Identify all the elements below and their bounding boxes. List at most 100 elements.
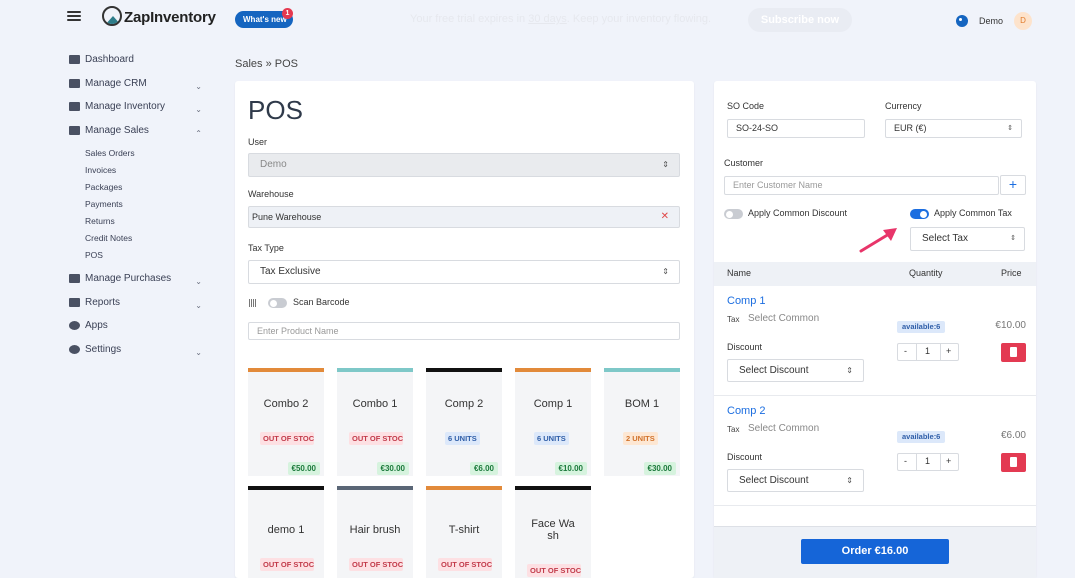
line-item-name[interactable]: Comp 2: [727, 405, 766, 417]
discount-select[interactable]: Select Discount ⇕: [727, 469, 864, 492]
sidebar-item-apps[interactable]: Apps: [66, 318, 208, 342]
product-name: Comp 1: [533, 398, 573, 410]
sidebar-item-label: Manage Sales: [85, 124, 149, 136]
stock-badge: OUT OF STOCK: [260, 558, 314, 571]
line-item-name[interactable]: Comp 1: [727, 295, 766, 307]
updown-icon: ⇕: [1007, 125, 1013, 132]
whats-new-button[interactable]: What's new 1: [235, 8, 293, 28]
sidebar-sub-returns[interactable]: Returns: [66, 214, 208, 231]
product-card[interactable]: Comp 1 6 UNITS €10.00: [515, 368, 591, 476]
sidebar-item-inventory[interactable]: Manage Inventory ⌄: [66, 99, 208, 123]
add-customer-button[interactable]: +: [1000, 175, 1026, 195]
scan-barcode-label: Scan Barcode: [293, 297, 350, 307]
sidebar-sub-invoices[interactable]: Invoices: [66, 163, 208, 180]
quantity-value[interactable]: 1: [925, 456, 930, 466]
product-card[interactable]: BOM 1 2 UNITS €30.00: [604, 368, 680, 476]
chevron-down-icon: ⌄: [195, 347, 202, 357]
sidebar-sub-sales-orders[interactable]: Sales Orders: [66, 146, 208, 163]
chevron-up-icon: ⌃: [195, 128, 202, 138]
common-discount-toggle[interactable]: [724, 209, 743, 219]
items-table-header: Name Quantity Price: [714, 262, 1036, 286]
sidebar-item-crm[interactable]: Manage CRM ⌄: [66, 76, 208, 100]
sidebar-item-label: Apps: [85, 320, 108, 331]
tax-select[interactable]: Select Common: [748, 313, 819, 324]
product-card[interactable]: Hair brush OUT OF STOCK: [337, 486, 413, 578]
delete-line-button[interactable]: [1001, 453, 1026, 472]
customer-input[interactable]: Enter Customer Name: [724, 176, 999, 195]
discount-label: Discount: [727, 342, 763, 352]
quantity-value[interactable]: 1: [925, 346, 930, 356]
so-code-input[interactable]: SO-24-SO: [727, 119, 865, 138]
customer-label: Customer: [724, 158, 764, 168]
product-card[interactable]: Combo 2 OUT OF STOCK €50.00: [248, 368, 324, 476]
common-tax-label: Apply Common Tax: [934, 208, 1012, 218]
common-tax-toggle[interactable]: [910, 209, 929, 219]
palette-icon[interactable]: [956, 15, 968, 27]
stock-badge: 6 UNITS: [534, 432, 569, 445]
product-name: Face Wash: [531, 518, 575, 542]
discount-value: Select Discount: [739, 475, 809, 486]
chevron-down-icon: ⌄: [195, 277, 202, 286]
product-card[interactable]: Combo 1 OUT OF STOCK €30.00: [337, 368, 413, 476]
stock-badge: OUT OF STOCK: [527, 564, 581, 577]
sidebar-item-reports[interactable]: Reports ⌄: [66, 295, 208, 319]
sidebar-sub-pos[interactable]: POS: [66, 248, 208, 265]
breadcrumb-parent[interactable]: Sales: [235, 58, 263, 70]
notification-badge: 1: [282, 8, 293, 19]
stock-badge: OUT OF STOCK: [349, 432, 403, 445]
sidebar-sub-payments[interactable]: Payments: [66, 197, 208, 214]
line-price: €6.00: [1000, 430, 1026, 441]
tax-type-select[interactable]: Tax Exclusive ⇕: [248, 260, 680, 284]
sidebar-item-purchases[interactable]: Manage Purchases ⌄: [66, 271, 208, 295]
promo-link[interactable]: 30 days: [528, 13, 567, 25]
updown-icon: ⇕: [662, 267, 669, 276]
warehouse-select[interactable]: Pune Warehouse ✕: [248, 206, 680, 228]
product-card[interactable]: demo 1 OUT OF STOCK: [248, 486, 324, 578]
user-select: Demo ⇕: [248, 153, 680, 177]
subscribe-button[interactable]: Subscribe now: [748, 8, 852, 32]
decrement-button[interactable]: -: [904, 456, 907, 466]
stock-badge: OUT OF STOCK: [349, 558, 403, 571]
order-button[interactable]: Order €16.00: [801, 539, 949, 564]
sidebar-item-sales[interactable]: Manage Sales ⌃: [66, 123, 208, 147]
quantity-stepper[interactable]: - 1 +: [897, 453, 959, 471]
select-tax-dropdown[interactable]: Select Tax ⇕: [910, 227, 1025, 251]
product-card[interactable]: Comp 2 6 UNITS €6.00: [426, 368, 502, 476]
avatar[interactable]: D: [1014, 12, 1032, 30]
sidebar-sub-credit-notes[interactable]: Credit Notes: [66, 231, 208, 248]
product-card[interactable]: T-shirt OUT OF STOCK: [426, 486, 502, 578]
col-price: Price: [1001, 268, 1022, 278]
price-badge: €10.00: [554, 462, 587, 475]
stock-badge: 6 UNITS: [445, 432, 480, 445]
increment-button[interactable]: +: [946, 456, 951, 466]
purchases-icon: [69, 274, 80, 283]
product-card[interactable]: Face Wash OUT OF STOCK: [515, 486, 591, 578]
tax-label: Tax: [727, 425, 740, 434]
sidebar-item-dashboard[interactable]: Dashboard: [66, 52, 208, 76]
menu-icon[interactable]: [67, 11, 81, 21]
sidebar-item-label: Manage Inventory: [85, 101, 166, 112]
increment-button[interactable]: +: [946, 346, 951, 356]
quantity-stepper[interactable]: - 1 +: [897, 343, 959, 361]
clear-icon[interactable]: ✕: [661, 207, 669, 227]
discount-select[interactable]: Select Discount ⇕: [727, 359, 864, 382]
sidebar-item-label: Reports: [85, 296, 121, 308]
page-title: POS: [248, 95, 303, 125]
apps-icon: [69, 321, 80, 330]
tax-select[interactable]: Select Common: [748, 423, 819, 434]
tax-label: Tax: [727, 315, 740, 324]
common-discount-label: Apply Common Discount: [748, 208, 848, 218]
sidebar-item-label: Dashboard: [85, 54, 134, 65]
sidebar-sub-packages[interactable]: Packages: [66, 180, 208, 197]
product-search-input[interactable]: Enter Product Name: [248, 322, 680, 340]
so-code-label: SO Code: [727, 101, 765, 111]
scan-barcode-toggle[interactable]: [268, 298, 287, 308]
promo-text: Your free trial expires in: [410, 13, 526, 25]
decrement-button[interactable]: -: [904, 346, 907, 356]
sidebar-item-settings[interactable]: Settings ⌄: [66, 342, 208, 366]
tax-type-value: Tax Exclusive: [260, 266, 321, 277]
delete-line-button[interactable]: [1001, 343, 1026, 362]
pointer-arrow-icon: [859, 228, 897, 253]
user-name[interactable]: Demo: [979, 16, 1003, 26]
currency-select[interactable]: EUR (€) ⇕: [885, 119, 1022, 138]
